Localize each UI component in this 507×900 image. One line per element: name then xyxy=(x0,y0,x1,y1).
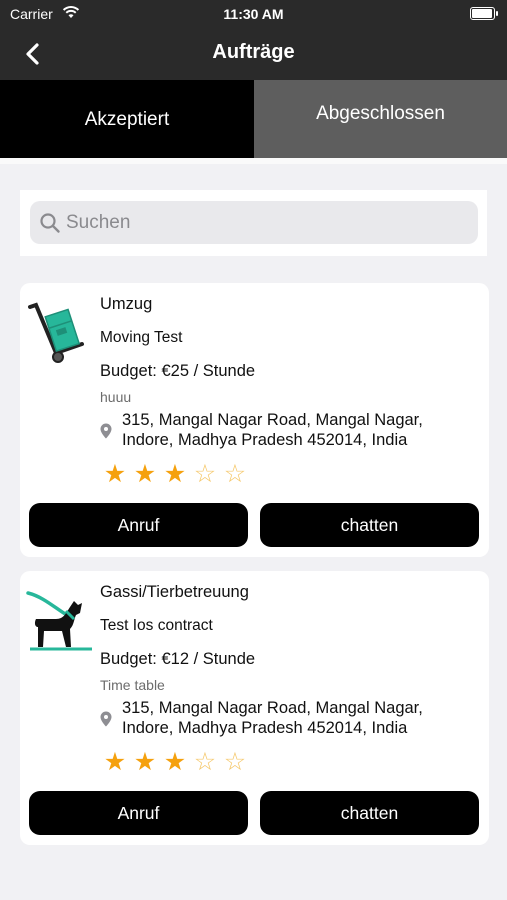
search-icon xyxy=(40,213,60,233)
rating-stars: ★ ★ ★ ☆ ☆ xyxy=(100,747,250,777)
status-bar: Carrier 11:30 AM xyxy=(0,0,507,28)
order-note: huuu xyxy=(100,389,132,405)
star-outline-icon: ☆ xyxy=(193,748,217,776)
chat-button[interactable]: chatten xyxy=(260,791,479,835)
order-note: Time table xyxy=(100,677,165,693)
dog-leash-icon xyxy=(26,591,92,651)
order-category: Gassi/Tierbetreuung xyxy=(100,583,249,601)
tab-accepted[interactable]: Akzeptiert xyxy=(0,80,254,158)
star-outline-icon: ☆ xyxy=(223,748,247,776)
navigation-bar: Aufträge xyxy=(0,28,507,80)
order-address: 315, Mangal Nagar Road, Mangal Nagar, In… xyxy=(122,699,423,737)
page-title: Aufträge xyxy=(212,41,295,63)
rating-stars: ★ ★ ★ ☆ ☆ xyxy=(100,459,250,489)
star-filled-icon: ★ xyxy=(133,460,157,488)
search-placeholder: Suchen xyxy=(66,212,131,233)
order-card: Umzug Moving Test Budget: €25 / Stunde h… xyxy=(20,283,489,557)
segmented-tabs: Akzeptiert Abgeschlossen xyxy=(0,80,507,158)
call-button[interactable]: Anruf xyxy=(29,503,248,547)
star-outline-icon: ☆ xyxy=(193,460,217,488)
location-pin-icon xyxy=(100,711,112,727)
star-filled-icon: ★ xyxy=(163,460,187,488)
call-button[interactable]: Anruf xyxy=(29,791,248,835)
hand-truck-icon xyxy=(28,302,84,363)
star-filled-icon: ★ xyxy=(133,748,157,776)
star-filled-icon: ★ xyxy=(163,748,187,776)
order-address: 315, Mangal Nagar Road, Mangal Nagar, In… xyxy=(122,411,423,449)
search-bar: Suchen xyxy=(20,190,487,256)
divider xyxy=(0,158,507,164)
order-card: Gassi/Tierbetreuung Test Ios contract Bu… xyxy=(20,571,489,845)
clock: 11:30 AM xyxy=(223,6,284,22)
search-input[interactable]: Suchen xyxy=(30,201,478,244)
order-budget: Budget: €25 / Stunde xyxy=(100,362,256,380)
order-category: Umzug xyxy=(100,295,153,313)
battery-icon xyxy=(470,7,498,20)
tab-completed[interactable]: Abgeschlossen xyxy=(254,80,507,146)
star-outline-icon: ☆ xyxy=(223,460,247,488)
location-pin-icon xyxy=(100,423,112,439)
order-title: Moving Test xyxy=(100,329,183,346)
star-filled-icon: ★ xyxy=(103,460,127,488)
order-title: Test Ios contract xyxy=(100,617,213,634)
star-filled-icon: ★ xyxy=(103,748,127,776)
chat-button[interactable]: chatten xyxy=(260,503,479,547)
order-budget: Budget: €12 / Stunde xyxy=(100,650,256,668)
